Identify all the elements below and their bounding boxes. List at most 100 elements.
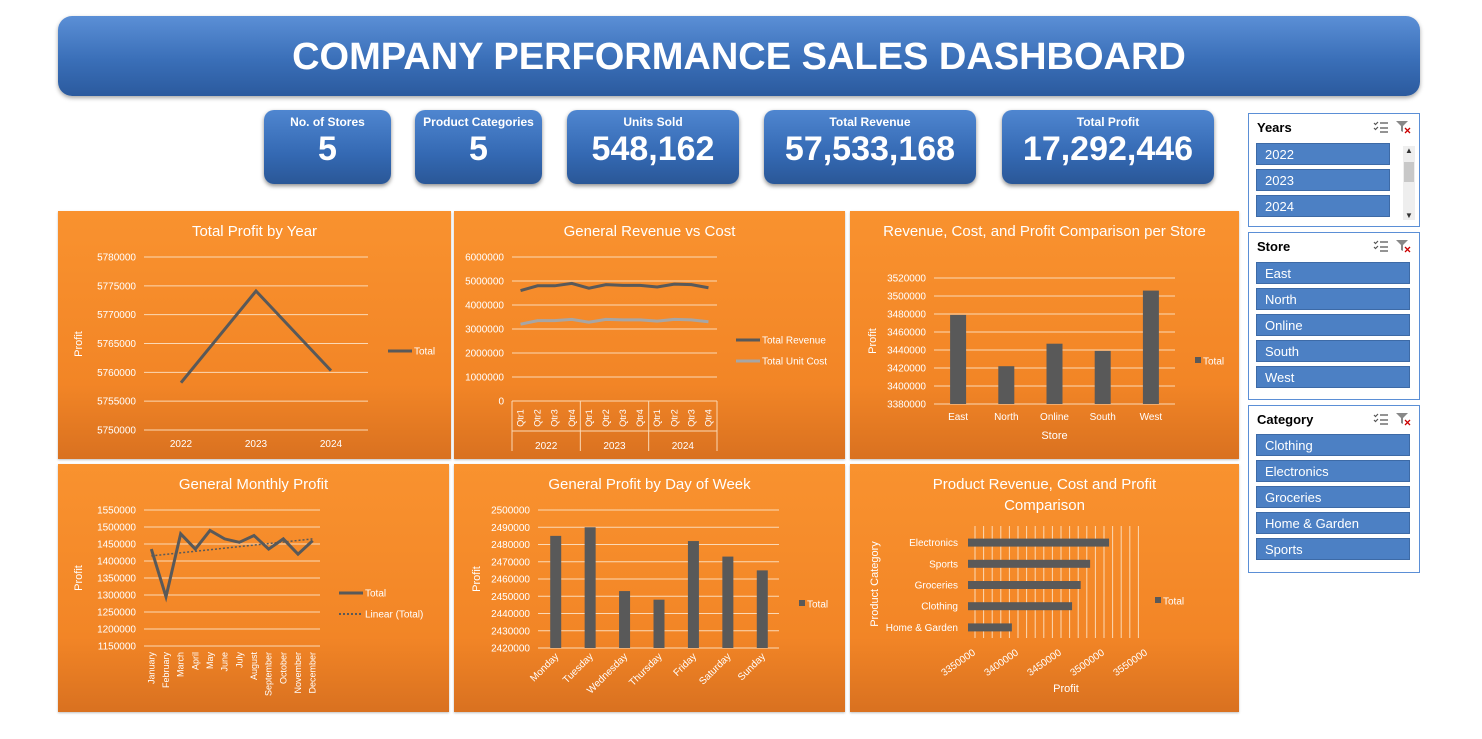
clear-filter-icon[interactable] — [1395, 239, 1411, 253]
legend-label: Total — [365, 589, 386, 600]
slicer-item-2023[interactable]: 2023 — [1256, 169, 1390, 191]
series-line-total-revenue — [520, 281, 709, 293]
y-tick-label: 1300000 — [97, 591, 136, 602]
y-tick-label: 3420000 — [887, 364, 926, 375]
chart-product-comparison[interactable]: Product Revenue, Cost and Profit Compari… — [850, 464, 1239, 712]
y-tick-label: 3480000 — [887, 310, 926, 321]
scroll-down-icon[interactable]: ▼ — [1403, 211, 1415, 220]
legend-marker — [799, 600, 805, 606]
x-tick-label: 3500000 — [1069, 647, 1108, 679]
legend-marker — [1195, 357, 1201, 363]
slicer-item-2022[interactable]: 2022 — [1256, 143, 1390, 165]
chart-monthly-profit[interactable]: General Monthly Profit 1550000 1500000 145… — [58, 464, 449, 712]
y-tick-label: 2470000 — [491, 557, 530, 568]
y-tick-label: 3520000 — [887, 274, 926, 285]
y-tick-label: 2490000 — [491, 523, 530, 534]
series-line-total — [179, 288, 333, 384]
x-tick-label: Qtr4 — [567, 409, 577, 427]
bar-tuesday — [584, 527, 596, 648]
y-tick-label: 0 — [498, 397, 504, 408]
chart-svg: 5780000 5775000 5770000 5765000 5760000 57550… — [73, 253, 435, 451]
y-tick-label: 3380000 — [887, 400, 926, 411]
chart-profit-by-day[interactable]: General Profit by Day of Week 2500000 249… — [454, 464, 845, 712]
slicer-title: Store — [1257, 239, 1291, 254]
y-tick-label: 1500000 — [97, 523, 136, 534]
bar-electronics — [968, 538, 1110, 547]
y-tick-label: 1400000 — [97, 557, 136, 568]
clear-filter-icon[interactable] — [1395, 412, 1411, 426]
x-tick-label: September — [264, 652, 274, 696]
scroll-up-icon[interactable]: ▲ — [1403, 146, 1415, 155]
x-tick-label: Qtr2 — [669, 409, 679, 427]
y-tick-label: 2430000 — [491, 626, 530, 637]
bar-home-garden — [968, 623, 1012, 632]
y-tick-label: 1000000 — [465, 373, 504, 384]
clear-filter-icon[interactable] — [1395, 120, 1411, 134]
slicer-item-online[interactable]: Online — [1256, 314, 1410, 336]
legend-label: Total — [1163, 597, 1184, 608]
x-tick-label: May — [205, 652, 215, 670]
x-group-label: 2024 — [672, 441, 695, 452]
legend-label: Total — [414, 347, 435, 358]
slicer-title: Years — [1257, 120, 1292, 135]
kpi-card-units-sold: Units Sold 548,162 — [567, 110, 739, 184]
y-tick-label: 1350000 — [97, 574, 136, 585]
x-tick-label: North — [994, 412, 1018, 423]
multi-select-icon[interactable] — [1373, 412, 1389, 426]
chart-revenue-vs-cost[interactable]: General Revenue vs Cost 6000000 5000000 40… — [454, 211, 845, 459]
kpi-label: Product Categories — [423, 115, 534, 129]
x-tick-label: South — [1090, 412, 1116, 423]
slicer-item-north[interactable]: North — [1256, 288, 1410, 310]
x-tick-label: 3550000 — [1112, 647, 1151, 679]
slicer-item-groceries[interactable]: Groceries — [1256, 486, 1410, 508]
slicer-item-east[interactable]: East — [1256, 262, 1410, 284]
y-tick-label: Electronics — [909, 538, 958, 549]
multi-select-icon[interactable] — [1373, 239, 1389, 253]
legend-label: Total — [1203, 357, 1224, 368]
x-tick-label: Qtr3 — [550, 409, 560, 427]
y-tick-label: Home & Garden — [886, 623, 958, 634]
slicer-item-home-garden[interactable]: Home & Garden — [1256, 512, 1410, 534]
x-tick-label: January — [146, 652, 156, 685]
slicer-item-electronics[interactable]: Electronics — [1256, 460, 1410, 482]
scroll-thumb[interactable] — [1404, 162, 1414, 182]
x-tick-label: June — [220, 652, 230, 672]
slicer-header: Category — [1249, 406, 1419, 432]
y-tick-label: 1250000 — [97, 608, 136, 619]
bar-east — [950, 314, 967, 404]
chart-store-comparison[interactable]: Revenue, Cost, and Profit Comparison per… — [850, 211, 1239, 459]
slicer-category: Category Clothing Electronics Groceries … — [1248, 405, 1420, 573]
slicer-item-sports[interactable]: Sports — [1256, 538, 1410, 560]
kpi-label: Total Profit — [1076, 115, 1140, 129]
kpi-value: 57,533,168 — [784, 130, 956, 168]
x-tick-label: 3350000 — [940, 647, 979, 679]
x-tick-label: Monday — [528, 651, 561, 684]
chart-profit-by-year[interactable]: Total Profit by Year 5780000 5775000 57700… — [58, 211, 451, 459]
chart-svg: 6000000 5000000 4000000 3000000 2000000 10000… — [465, 253, 827, 453]
slicer-item-west[interactable]: West — [1256, 366, 1410, 388]
x-axis-label: Store — [1041, 430, 1067, 442]
kpi-label: No. of Stores — [290, 115, 365, 129]
slicer-item-clothing[interactable]: Clothing — [1256, 434, 1410, 456]
slicer-item-2024[interactable]: 2024 — [1256, 195, 1390, 217]
bar-south — [1094, 350, 1111, 404]
legend-label: Total Revenue — [762, 336, 826, 347]
y-tick-label: 2000000 — [465, 349, 504, 360]
legend-label: Total — [807, 600, 828, 611]
y-tick-label: 2480000 — [491, 540, 530, 551]
y-tick-label: 3000000 — [465, 325, 504, 336]
y-tick-label: 1150000 — [98, 642, 137, 653]
y-tick-label: 4000000 — [465, 301, 504, 312]
bar-north — [998, 366, 1015, 404]
legend-label: Total Unit Cost — [762, 357, 827, 368]
x-tick-label: Qtr3 — [618, 409, 628, 427]
bar-friday — [687, 541, 699, 648]
y-tick-label: 5780000 — [97, 253, 136, 264]
x-tick-label: Qtr2 — [533, 409, 543, 427]
slicer-item-south[interactable]: South — [1256, 340, 1410, 362]
chart-svg: 1550000 1500000 1450000 1400000 1350000 13000… — [73, 506, 423, 697]
slicer-scrollbar[interactable]: ▲ ▼ — [1403, 146, 1415, 220]
y-tick-label: 5775000 — [97, 281, 136, 292]
multi-select-icon[interactable] — [1373, 120, 1389, 134]
y-tick-label: 1200000 — [97, 625, 136, 636]
